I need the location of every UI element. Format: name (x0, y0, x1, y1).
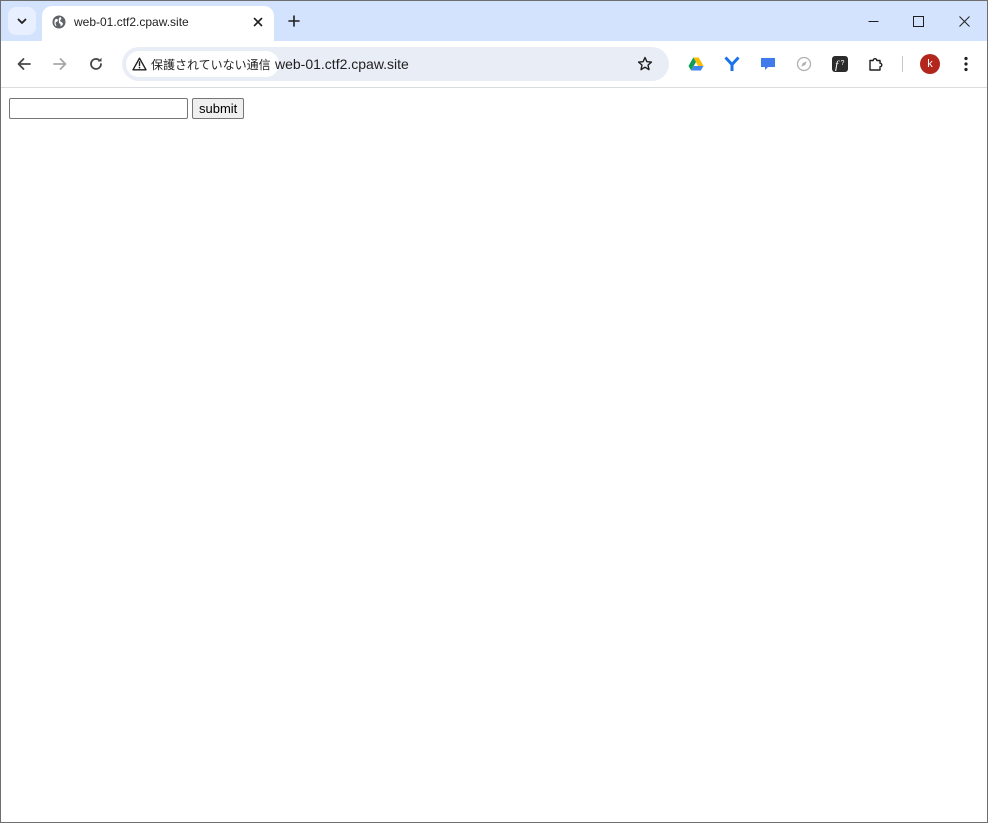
arrow-right-icon (53, 58, 67, 70)
plus-icon (288, 15, 300, 27)
address-bar[interactable]: 保護されていない通信 web-01.ctf2.cpaw.site (122, 47, 669, 81)
puzzle-icon (869, 58, 883, 71)
chat-bubble-icon (761, 58, 775, 70)
extension-compass[interactable] (793, 53, 815, 75)
tab-search-button[interactable] (8, 7, 36, 35)
chevron-down-icon (17, 18, 27, 24)
close-icon (253, 17, 263, 27)
reload-button[interactable] (81, 49, 111, 79)
minimize-button[interactable] (850, 1, 896, 41)
toolbar-divider (902, 56, 903, 72)
globe-icon (52, 15, 66, 29)
extension-yodel[interactable] (721, 53, 743, 75)
kebab-menu-icon (964, 56, 968, 72)
compass-icon (796, 56, 812, 72)
forward-button[interactable] (45, 49, 75, 79)
close-window-button[interactable] (941, 1, 987, 41)
tab-strip: web-01.ctf2.cpaw.site (1, 1, 987, 41)
submit-button[interactable]: submit (192, 98, 245, 119)
tab-title: web-01.ctf2.cpaw.site (74, 15, 189, 29)
bookmark-button[interactable] (633, 52, 657, 76)
new-tab-button[interactable] (281, 8, 307, 34)
extension-function[interactable]: f ? (829, 53, 851, 75)
function-icon: f ? (832, 56, 848, 72)
url-text[interactable]: web-01.ctf2.cpaw.site (275, 56, 409, 72)
warning-icon (132, 57, 147, 71)
reload-icon (90, 57, 102, 70)
page-content: submit (1, 88, 987, 822)
menu-button[interactable] (951, 49, 981, 79)
extension-chat[interactable] (757, 53, 779, 75)
arrow-left-icon (17, 58, 31, 70)
maximize-icon (912, 15, 924, 27)
close-icon (958, 15, 970, 27)
tab-close-button[interactable] (248, 12, 268, 32)
profile-avatar[interactable]: k (920, 54, 940, 74)
extensions-button[interactable] (865, 53, 887, 75)
google-drive-icon (688, 57, 704, 71)
browser-toolbar: 保護されていない通信 web-01.ctf2.cpaw.site f ? k (1, 41, 987, 88)
security-indicator[interactable]: 保護されていない通信 (126, 51, 279, 77)
yodel-icon (724, 56, 740, 71)
minimize-icon (868, 20, 878, 22)
browser-window: web-01.ctf2.cpaw.site 保護されていない通信 web-01.… (0, 0, 988, 823)
svg-text:?: ? (841, 60, 845, 67)
star-icon (637, 56, 653, 71)
extension-google-drive[interactable] (685, 53, 707, 75)
back-button[interactable] (9, 49, 39, 79)
security-label: 保護されていない通信 (151, 57, 271, 72)
maximize-button[interactable] (895, 1, 941, 41)
tab-active[interactable]: web-01.ctf2.cpaw.site (42, 6, 274, 41)
text-input[interactable] (9, 98, 188, 119)
